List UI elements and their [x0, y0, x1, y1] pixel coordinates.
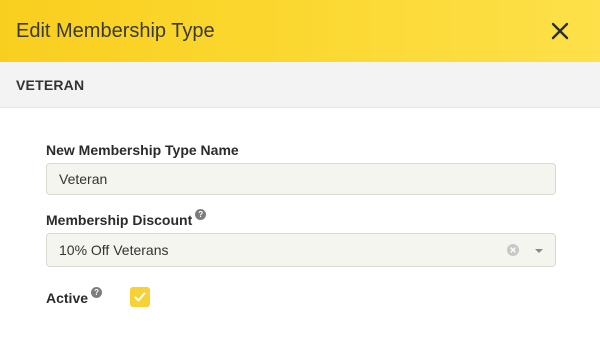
name-field-label: New Membership Type Name [46, 141, 239, 159]
help-icon[interactable]: ? [91, 287, 103, 298]
membership-subheader: VETERAN [0, 62, 600, 108]
active-checkbox[interactable] [130, 287, 150, 307]
discount-field-label: Membership Discount? [46, 209, 207, 229]
dialog-header: Edit Membership Type [0, 0, 600, 62]
check-icon [134, 292, 146, 302]
name-label-text: New Membership Type Name [46, 142, 239, 158]
discount-label-text: Membership Discount [46, 212, 193, 228]
clear-icon[interactable] [507, 244, 519, 256]
membership-type-name-input[interactable] [46, 163, 556, 195]
membership-type-heading: VETERAN [16, 77, 85, 93]
close-icon [551, 22, 569, 40]
active-label-text: Active [46, 290, 89, 306]
chevron-down-icon[interactable] [535, 249, 543, 253]
active-field-label: Active? [46, 287, 103, 307]
help-icon[interactable]: ? [195, 209, 207, 220]
dialog-title: Edit Membership Type [16, 20, 215, 42]
close-button[interactable] [546, 17, 574, 45]
discount-selected-value: 10% Off Veterans [59, 242, 169, 258]
edit-membership-type-dialog: Edit Membership Type VETERAN New Members… [0, 0, 600, 340]
membership-discount-select[interactable]: 10% Off Veterans [46, 233, 556, 267]
